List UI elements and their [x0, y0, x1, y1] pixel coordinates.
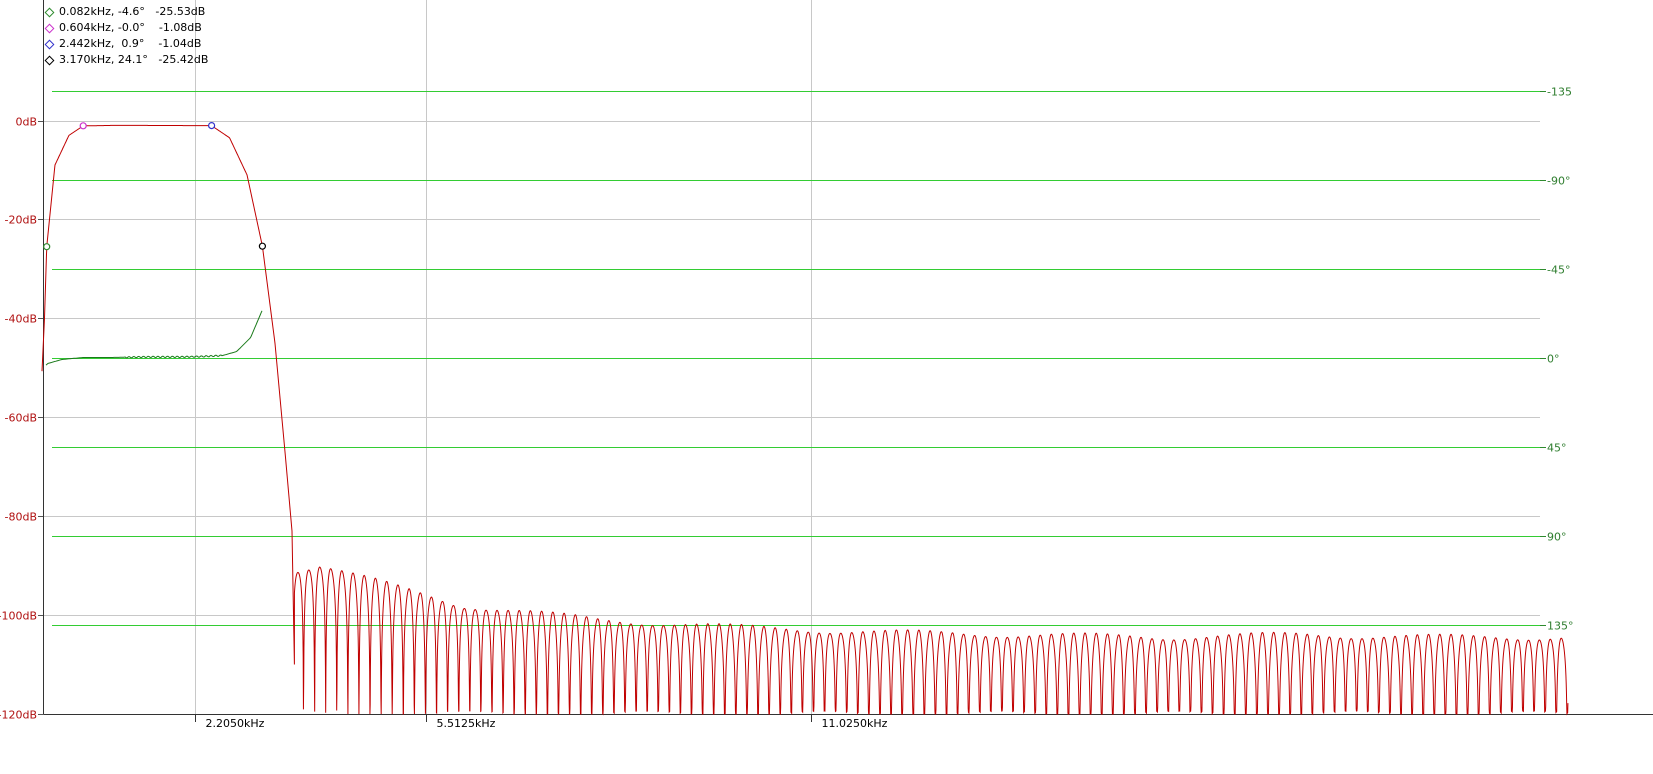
diamond-marker-icon	[44, 39, 55, 49]
marker-readout-legend: 0.082kHz, -4.6° -25.53dB 0.604kHz, -0.0°…	[44, 4, 208, 68]
marker-point	[79, 122, 87, 130]
y-tick-label: 0dB	[15, 116, 37, 129]
phase-tick-label: 0°	[1547, 353, 1560, 366]
diamond-marker-icon	[44, 55, 55, 65]
diamond-marker-icon	[44, 23, 55, 33]
marker-readout-text: 3.170kHz, 24.1° -25.42dB	[59, 53, 209, 66]
marker-point	[43, 243, 51, 251]
y-tick-label: -100dB	[0, 610, 37, 623]
marker-point	[258, 242, 266, 250]
phase-tick-label: 45°	[1547, 442, 1567, 455]
phase-tick-label: -135	[1547, 86, 1572, 99]
x-tick-label: 11.0250kHz	[822, 717, 888, 730]
phase-tick-label: 90°	[1547, 531, 1567, 544]
phase-tick-label: -90°	[1547, 175, 1570, 188]
vertical-gridlines	[195, 0, 812, 714]
marker-point	[208, 121, 216, 130]
phase-tick-label: 135°	[1547, 620, 1574, 633]
marker-readout-text: 0.082kHz, -4.6° -25.53dB	[59, 5, 206, 18]
y-tick-label: -40dB	[5, 313, 38, 326]
axes	[38, 0, 1653, 722]
marker-readout-text: 2.442kHz, 0.9° -1.04dB	[59, 37, 202, 50]
y-tick-label: -20dB	[5, 214, 38, 227]
marker-readout-text: 0.604kHz, -0.0° -1.08dB	[59, 21, 202, 34]
x-tick-label: 2.2050kHz	[206, 717, 265, 730]
marker-readout-row: 3.170kHz, 24.1° -25.42dB	[44, 52, 208, 68]
y-tick-label: -120dB	[0, 709, 37, 722]
axis-labels: 0dB -20dB -40dB -60dB -80dB -100dB -120dB -135 -…	[0, 86, 1574, 731]
y-tick-label: -80dB	[5, 511, 38, 524]
x-tick-label: 5.5125kHz	[437, 717, 496, 730]
marker-points	[43, 121, 266, 251]
marker-readout-row: 2.442kHz, 0.9° -1.04dB	[44, 36, 208, 52]
marker-readout-row: 0.604kHz, -0.0° -1.08dB	[44, 20, 208, 36]
diamond-marker-icon	[44, 7, 55, 17]
y-tick-label: -60dB	[5, 412, 38, 425]
frequency-response-chart: 0dB -20dB -40dB -60dB -80dB -100dB -120dB -135 -…	[0, 0, 1653, 731]
phase-gridlines	[52, 91, 1544, 626]
marker-readout-row: 0.082kHz, -4.6° -25.53dB	[44, 4, 208, 20]
phase-tick-label: -45°	[1547, 264, 1570, 277]
